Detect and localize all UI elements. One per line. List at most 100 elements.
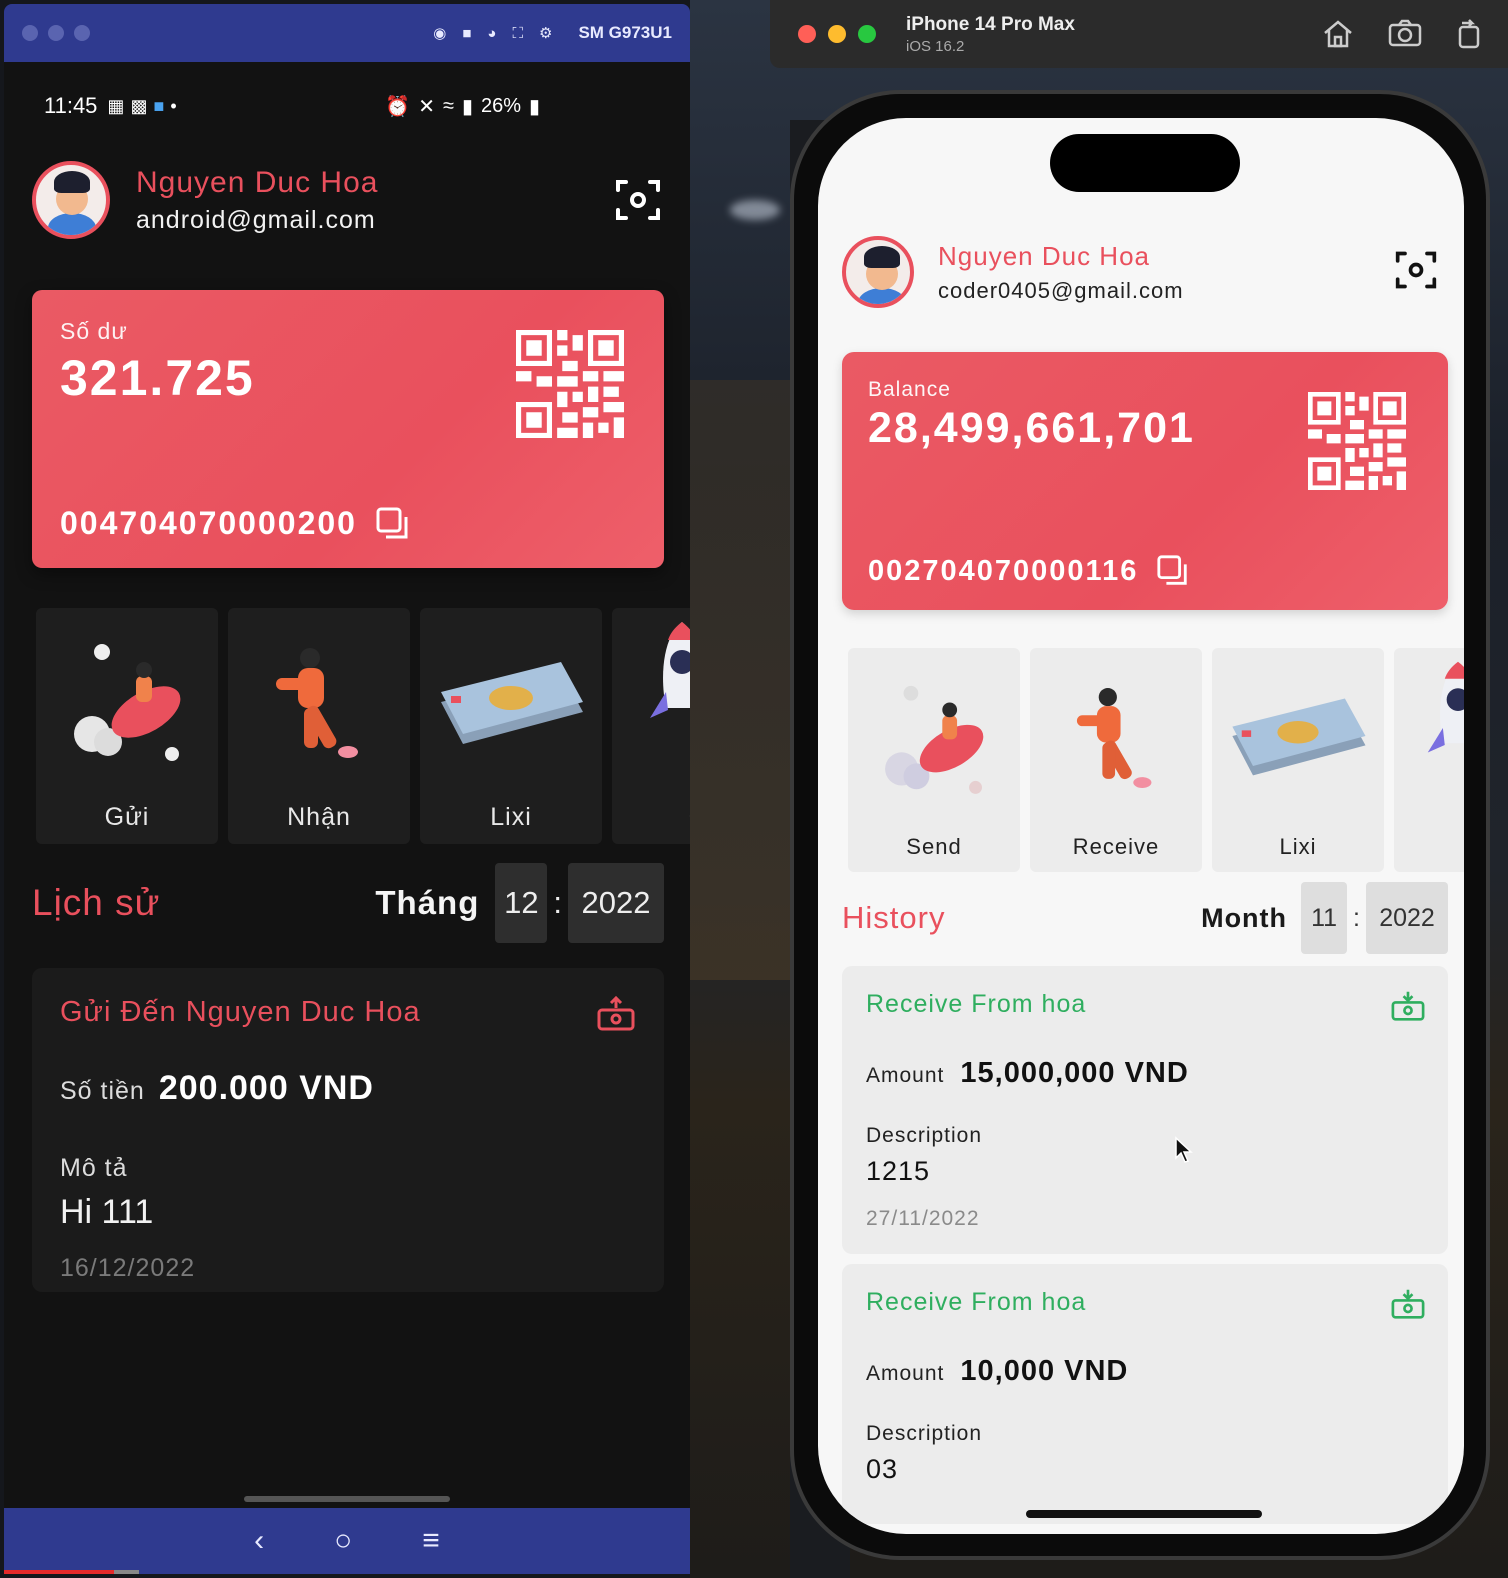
action-send-label: Send (906, 834, 962, 859)
amount-value: 15,000,000 VND (960, 1057, 1189, 1089)
android-window-titlebar: ◉ ■ ◕ ⛶ ⚙ SM G973U1 (4, 4, 690, 62)
fullscreen-icon[interactable]: ⛶ (512, 25, 523, 42)
account-number: 004704070000200 (60, 505, 357, 541)
android-status-bar: 11:45 ▦ ▩ ■ • ⏰ ✕ ≈ ▮ 26% ▮ (4, 62, 690, 150)
qr-code-icon[interactable] (516, 330, 624, 438)
rocket-illustration (1427, 661, 1464, 753)
video-progress-played (4, 1570, 114, 1574)
description-value: Hi 111 (60, 1193, 154, 1231)
video-progress-buffered (114, 1570, 139, 1574)
transaction-title: Gửi Đến Nguyen Duc Hoa (60, 996, 421, 1028)
rotate-icon[interactable] (1456, 19, 1482, 49)
message-icon: ▩ (130, 95, 148, 116)
signal-icon: ▮ (461, 95, 473, 118)
history-header: History Month 11 : 2022 (842, 882, 1448, 954)
gear-icon[interactable]: ⚙ (539, 24, 552, 42)
action-receive[interactable]: Nhận (228, 608, 410, 844)
description-value: 03 (866, 1454, 899, 1484)
action-other-label: Ot (689, 803, 690, 832)
gesture-bar[interactable] (244, 1496, 450, 1502)
action-other[interactable]: Ot (612, 608, 690, 844)
calendar-icon: ▦ (107, 95, 125, 116)
history-title: History (842, 900, 946, 935)
app-icon: ■ (153, 95, 165, 116)
minimize-window-button[interactable] (828, 25, 846, 43)
copy-icon[interactable] (1156, 554, 1190, 588)
transaction-card[interactable]: Receive From hoa Amount 10,000 VND Descr… (842, 1264, 1448, 1524)
minimize-window-button[interactable] (48, 25, 64, 41)
avatar[interactable] (842, 236, 914, 308)
quick-actions: Send Receive Lixi (848, 648, 1464, 872)
transaction-card[interactable]: Gửi Đến Nguyen Duc Hoa Số tiền 200.000 V… (32, 968, 664, 1292)
amount-value: 10,000 VND (960, 1355, 1129, 1387)
ios-simulator-titlebar: iPhone 14 Pro Max iOS 16.2 (770, 0, 1508, 68)
profile-email: coder0405@gmail.com (938, 277, 1184, 303)
transaction-card[interactable]: Receive From hoa Amount 15,000,000 VND D… (842, 966, 1448, 1254)
headphones-icon[interactable]: ◕ (487, 25, 496, 42)
year-picker[interactable]: 2022 (568, 863, 664, 943)
action-lixi[interactable]: Lixi (420, 608, 602, 844)
action-lixi-label: Lixi (490, 803, 532, 831)
qr-code-icon[interactable] (1308, 392, 1406, 490)
history-title: Lịch sử (32, 882, 161, 923)
home-icon[interactable]: ○ (334, 1524, 352, 1558)
description-label: Mô tả (60, 1154, 128, 1182)
background-lamp (730, 200, 780, 220)
scan-qr-icon[interactable] (1394, 248, 1442, 296)
balance-card: Số dư 321.725 004704070000200 (32, 290, 664, 568)
dot-icon: • (170, 95, 177, 116)
year-picker[interactable]: 2022 (1366, 882, 1448, 954)
action-lixi[interactable]: Lixi (1212, 648, 1384, 872)
money-stack-illustration (441, 662, 583, 744)
action-send[interactable]: Send (848, 648, 1020, 872)
zoom-window-button[interactable] (858, 25, 876, 43)
battery-icon: ▮ (528, 95, 540, 118)
action-receive-label: Nhận (287, 803, 351, 831)
history-header: Lịch sử Tháng 12 : 2022 (32, 858, 664, 948)
transaction-title: Receive From hoa (866, 1288, 1087, 1316)
menu-icon[interactable]: ≡ (422, 1524, 440, 1558)
close-window-button[interactable] (798, 25, 816, 43)
transaction-date: 16/12/2022 (60, 1254, 196, 1282)
alarm-icon: ⏰ (385, 95, 411, 118)
action-other[interactable]: Ot (1394, 648, 1464, 872)
profile-name: Nguyen Duc Hoa (938, 240, 1150, 271)
camera-icon[interactable]: ◉ (433, 24, 446, 42)
scan-qr-icon[interactable] (614, 176, 662, 224)
emulator-toolbar: ◉ ■ ◕ ⛶ ⚙ SM G973U1 (433, 23, 672, 43)
close-window-button[interactable] (22, 25, 38, 41)
maximize-window-button[interactable] (74, 25, 90, 41)
action-send[interactable]: Gửi (36, 608, 218, 844)
action-send-label: Gửi (104, 803, 150, 831)
action-receive-label: Receive (1072, 834, 1160, 859)
rocket-rider-illustration (885, 685, 984, 794)
android-emulator-window: ◉ ■ ◕ ⛶ ⚙ SM G973U1 11:45 ▦ ▩ ■ • ⏰ ✕ ≈ … (4, 4, 690, 1574)
profile-email: android@gmail.com (136, 205, 376, 234)
home-indicator[interactable] (1026, 1510, 1262, 1518)
avatar[interactable] (32, 161, 110, 239)
home-icon[interactable] (1322, 19, 1354, 49)
jumping-person-illustration (276, 648, 358, 758)
simulator-toolbar (1322, 19, 1482, 49)
description-value: 1215 (866, 1156, 931, 1186)
amount-label: Số tiền (60, 1077, 145, 1105)
month-picker[interactable]: 11 (1301, 882, 1348, 954)
month-picker[interactable]: 12 (495, 863, 548, 943)
account-number: 002704070000116 (868, 554, 1139, 587)
back-icon[interactable]: ‹ (254, 1524, 264, 1558)
action-lixi-label: Lixi (1279, 834, 1317, 859)
copy-icon[interactable] (375, 506, 411, 542)
profile-name: Nguyen Duc Hoa (136, 165, 379, 199)
month-year-separator: : (1353, 903, 1360, 932)
money-stack-illustration (1232, 698, 1366, 776)
simulator-device-name: iPhone 14 Pro Max (906, 13, 1075, 35)
quick-actions: Gửi Nhận Lixi Ot (36, 608, 690, 844)
video-icon[interactable]: ■ (462, 25, 471, 42)
action-receive[interactable]: Receive (1030, 648, 1202, 872)
receive-money-icon (1391, 991, 1425, 1021)
rocket-illustration (650, 622, 690, 718)
screenshot-icon[interactable] (1388, 19, 1422, 47)
transaction-title: Receive From hoa (866, 990, 1087, 1018)
jumping-person-illustration (1076, 688, 1152, 788)
transaction-date: 27/11/2022 (866, 1207, 980, 1230)
